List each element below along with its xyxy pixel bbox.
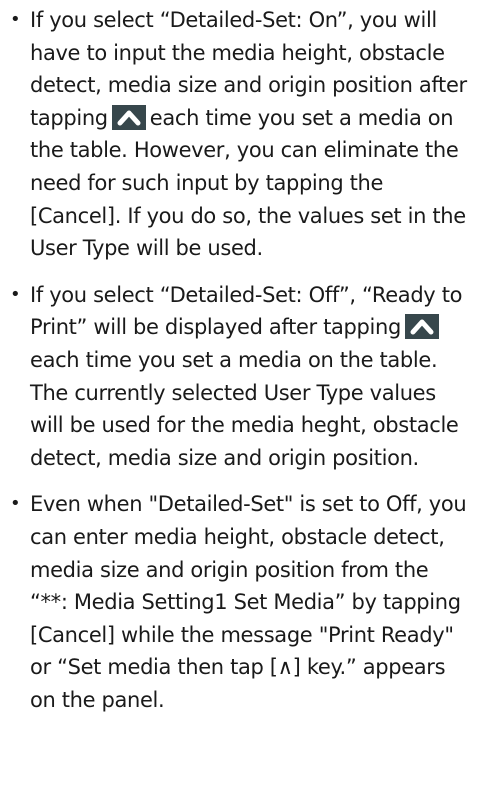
text-part-1: If you select “Detailed-Set: Off”, “Read… <box>30 282 463 340</box>
paragraph: If you select “Detailed-Set: Off”, “Read… <box>30 279 472 377</box>
bullet-marker: • <box>10 283 21 305</box>
bullet-item-detailed-set-off: • If you select “Detailed-Set: Off”, “Re… <box>0 279 482 475</box>
bullet-text: If you select “Detailed-Set: Off”, “Read… <box>30 279 472 475</box>
bullet-text: Even when "Detailed-Set" is set to Off, … <box>30 488 472 716</box>
paragraph: The currently selected User Type values … <box>30 380 459 470</box>
up-arrow-key-icon <box>111 104 146 130</box>
document-body: • If you select “Detailed-Set: On”, you … <box>0 0 482 716</box>
up-arrow-key-icon <box>404 314 439 340</box>
text-part-2: each time you set a media on the table. <box>30 347 438 372</box>
paragraph: Even when "Detailed-Set" is set to Off, … <box>30 492 467 712</box>
paragraph: If you select “Detailed-Set: On”, you wi… <box>30 4 472 265</box>
bullet-item-even-when-off: • Even when "Detailed-Set" is set to Off… <box>0 488 482 716</box>
bullet-marker: • <box>10 9 21 30</box>
bullet-marker: • <box>10 493 21 515</box>
bullet-text: If you select “Detailed-Set: On”, you wi… <box>30 4 472 265</box>
bullet-item-detailed-set-on: • If you select “Detailed-Set: On”, you … <box>0 4 482 265</box>
